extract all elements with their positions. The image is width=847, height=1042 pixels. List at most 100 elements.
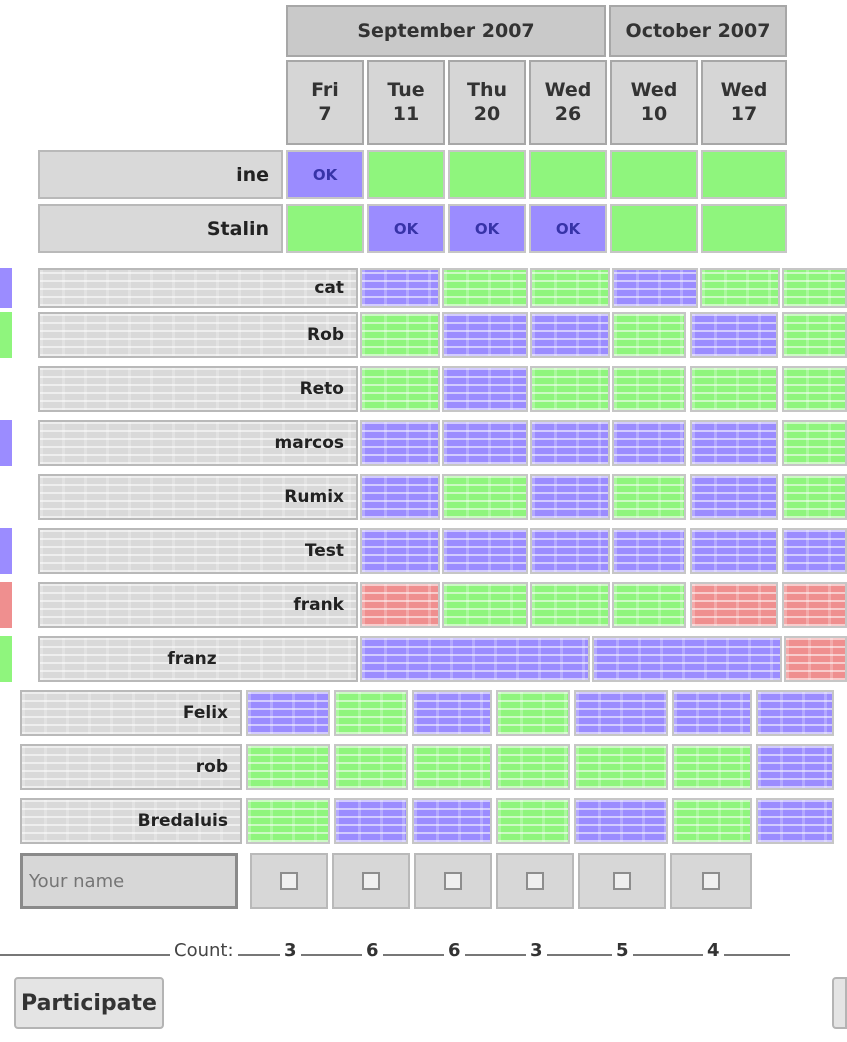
date-number: 7 [318,102,332,125]
date-number: 26 [554,102,582,125]
count-divider [0,954,790,956]
availability-checkbox-cell [496,853,574,909]
vote-ok-cell [592,636,782,682]
vote-ok-cell [530,528,610,574]
count-value: 3 [526,940,547,961]
date-header: Wed 10 [610,60,698,145]
date-header: Wed 17 [701,60,787,145]
your-name-input[interactable] [20,853,238,909]
glitch-stripe [0,420,12,466]
month-header: September 2007 [286,5,606,57]
vote-ok-cell [612,268,698,308]
vote-ok-cell [360,268,440,308]
availability-checkbox[interactable] [362,872,380,890]
participant-name: frank [38,582,358,628]
participate-button[interactable]: Participate [14,977,164,1029]
availability-checkbox[interactable] [444,872,462,890]
vote-yes-cell [360,366,440,412]
vote-ok-cell [574,798,668,844]
vote-yes-cell [412,744,492,790]
vote-ok-cell: OK [448,204,526,253]
vote-yes-cell [782,366,847,412]
vote-yes-cell [530,366,610,412]
vote-yes-cell [334,690,408,736]
vote-ok-cell [442,420,528,466]
participant-name: marcos [38,420,358,466]
vote-yes-cell [701,150,787,199]
vote-yes-cell [690,366,778,412]
vote-ok-cell [530,312,610,358]
participant-name: Felix [20,690,242,736]
availability-checkbox[interactable] [526,872,544,890]
vote-yes-cell [442,268,528,308]
vote-yes-cell [246,798,330,844]
date-header: Thu 20 [448,60,526,145]
availability-checkbox-cell [578,853,666,909]
date-day: Wed [720,78,768,101]
date-day: Thu [466,78,507,101]
vote-ok-cell [360,528,440,574]
date-day: Tue [387,78,425,101]
participant-name: cat [38,268,358,308]
vote-yes-cell [529,150,607,199]
vote-yes-cell [442,474,528,520]
vote-ok-cell [690,312,778,358]
vote-ok-cell [690,528,778,574]
date-header: Fri 7 [286,60,364,145]
vote-ok-cell [756,690,834,736]
vote-yes-cell [610,204,698,253]
participant-name: Stalin [38,204,283,253]
date-number: 20 [473,102,501,125]
availability-checkbox-cell [332,853,410,909]
vote-ok-cell [442,312,528,358]
participant-name: Rob [38,312,358,358]
participant-name: rob [20,744,242,790]
vote-yes-cell [610,150,698,199]
availability-checkbox-cell [670,853,752,909]
vote-ok-cell [442,366,528,412]
count-value: 3 [280,940,301,961]
vote-ok-cell [246,690,330,736]
vote-yes-cell [672,798,752,844]
vote-ok-cell [756,798,834,844]
date-header: Wed 26 [529,60,607,145]
vote-yes-cell [442,582,528,628]
availability-checkbox[interactable] [702,872,720,890]
date-day: Wed [544,78,592,101]
vote-ok-cell: OK [367,204,445,253]
vote-ok-cell [334,798,408,844]
vote-yes-cell [612,312,686,358]
vote-yes-cell [782,474,847,520]
vote-yes-cell [782,268,847,308]
vote-yes-cell [782,312,847,358]
vote-yes-cell [496,690,570,736]
date-number: 11 [392,102,420,125]
vote-yes-cell [612,366,686,412]
vote-no-cell [784,636,847,682]
vote-ok-cell [442,528,528,574]
participant-name: Rumix [38,474,358,520]
vote-ok-cell [574,690,668,736]
vote-yes-cell [496,744,570,790]
month-header: October 2007 [609,5,787,57]
count-value: 4 [703,940,724,961]
vote-ok-cell [360,474,440,520]
availability-checkbox[interactable] [280,872,298,890]
vote-ok-cell [612,528,686,574]
vote-ok-cell [756,744,834,790]
edge-button[interactable] [832,977,847,1029]
vote-no-cell [360,582,440,628]
date-number: 10 [640,102,668,125]
participant-name: Bredaluis [20,798,242,844]
vote-yes-cell [286,204,364,253]
count-value: 5 [612,940,633,961]
date-day: Fri [311,78,339,101]
vote-ok-cell [672,690,752,736]
glitch-stripe [0,582,12,628]
vote-yes-cell [700,268,780,308]
count-label: Count: [170,940,238,961]
vote-ok-cell: OK [286,150,364,199]
availability-checkbox[interactable] [613,872,631,890]
vote-ok-cell [360,420,440,466]
glitch-stripe [0,312,12,358]
